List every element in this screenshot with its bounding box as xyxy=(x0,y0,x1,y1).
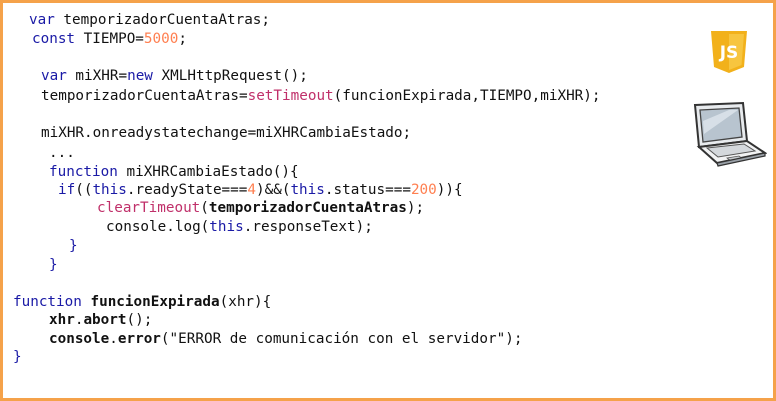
code-line: clearTimeout(temporizadorCuentaAtras); xyxy=(97,199,424,218)
code-token: miXHR= xyxy=(66,68,128,84)
code-line: ... xyxy=(49,144,75,163)
code-token: abort xyxy=(83,312,127,328)
code-token: } xyxy=(69,238,78,254)
code-token: temporizadorCuentaAtras= xyxy=(41,88,248,104)
code-panel: var temporizadorCuentaAtras; const TIEMPO… xyxy=(0,0,776,401)
code-token: )&&( xyxy=(256,182,291,198)
code-line: } xyxy=(69,237,78,256)
code-token: .responseText); xyxy=(243,219,373,235)
code-line: function miXHRCambiaEstado(){ xyxy=(49,163,299,182)
code-token: miXHR.onreadystatechange=miXHRCambiaEsta… xyxy=(41,125,412,141)
code-line: console.log(this.responseText); xyxy=(106,218,373,237)
code-token: temporizadorCuentaAtras; xyxy=(54,12,271,28)
code-token: setTimeout xyxy=(247,88,334,104)
code-token: function xyxy=(13,294,82,310)
code-token: this xyxy=(209,219,244,235)
code-token: .readyState=== xyxy=(126,182,248,198)
code-line: if((this.readyState===4)&&(this.status==… xyxy=(58,181,463,200)
code-token: ( xyxy=(200,200,209,216)
code-token: const xyxy=(32,31,76,47)
code-token: this xyxy=(290,182,325,198)
code-token: console.log( xyxy=(106,219,210,235)
code-token: ... xyxy=(49,145,75,161)
js-logo-icon: JS xyxy=(711,31,747,73)
code-token: (( xyxy=(75,182,93,198)
code-token: var xyxy=(29,12,55,28)
code-line: var miXHR=new XMLHttpRequest(); xyxy=(41,67,308,86)
code-token: ; xyxy=(178,31,187,47)
js-logo-text: JS xyxy=(719,43,739,63)
code-line: var temporizadorCuentaAtras; xyxy=(29,11,270,30)
code-token: } xyxy=(49,257,58,273)
code-line: miXHR.onreadystatechange=miXHRCambiaEsta… xyxy=(41,124,411,143)
code-token: TIEMPO= xyxy=(75,31,144,47)
code-token: temporizadorCuentaAtras xyxy=(208,200,407,216)
code-token: funcionExpirada xyxy=(90,294,220,310)
code-token: error xyxy=(117,331,161,347)
code-token: 5000 xyxy=(143,31,179,47)
code-line: temporizadorCuentaAtras=setTimeout(funci… xyxy=(41,87,601,106)
code-token: .status=== xyxy=(324,182,411,198)
code-line: const TIEMPO=5000; xyxy=(32,30,187,49)
code-token: if xyxy=(58,182,76,198)
code-token: . xyxy=(109,331,118,347)
code-token: this xyxy=(92,182,127,198)
code-token: (xhr){ xyxy=(219,294,272,310)
code-token: (); xyxy=(126,312,153,328)
code-line: console.error("ERROR de comunicación con… xyxy=(49,330,522,349)
laptop-icon xyxy=(693,101,767,167)
code-token: var xyxy=(41,68,67,84)
code-token: ("ERROR de comunicación con el servidor"… xyxy=(160,331,523,347)
code-line: xhr.abort(); xyxy=(49,311,152,330)
code-token: ); xyxy=(406,200,425,216)
code-line: function funcionExpirada(xhr){ xyxy=(13,293,271,312)
code-token: XMLHttpRequest(); xyxy=(152,68,308,84)
code-token: clearTimeout xyxy=(97,200,201,216)
code-line: } xyxy=(13,348,22,367)
code-line: } xyxy=(49,256,58,275)
code-block: var temporizadorCuentaAtras; const TIEMPO… xyxy=(3,3,773,398)
code-token: function xyxy=(49,164,118,180)
code-token: )){ xyxy=(436,182,463,198)
code-token: new xyxy=(127,68,153,84)
code-token: miXHRCambiaEstado(){ xyxy=(117,164,299,180)
code-token: } xyxy=(13,349,22,365)
code-token: 4 xyxy=(247,182,256,198)
code-token: xhr xyxy=(49,312,75,328)
code-token: (funcionExpirada,TIEMPO,miXHR); xyxy=(333,88,601,104)
code-token: 200 xyxy=(410,182,437,198)
code-token: console xyxy=(49,331,110,347)
